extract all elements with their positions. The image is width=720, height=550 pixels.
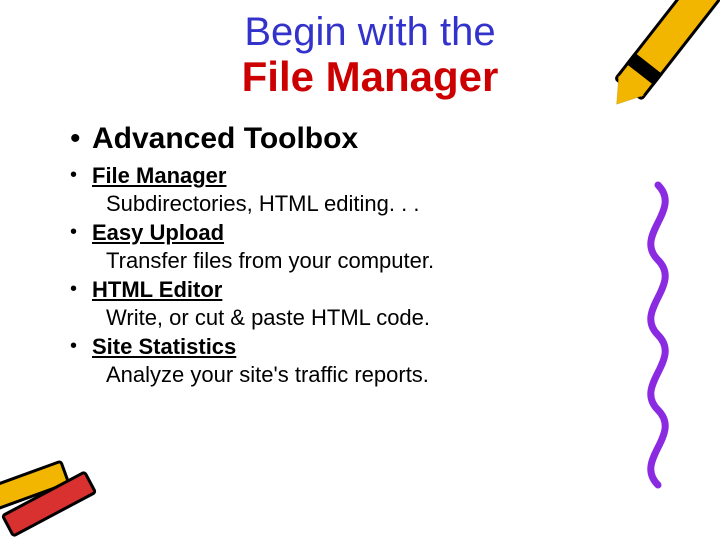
- list-item-content: Easy Upload Transfer files from your com…: [92, 219, 660, 274]
- item-link-easy-upload[interactable]: Easy Upload: [92, 220, 224, 245]
- item-link-file-manager[interactable]: File Manager: [92, 163, 226, 188]
- item-link-html-editor[interactable]: HTML Editor: [92, 277, 222, 302]
- bullet-icon: •: [70, 333, 92, 359]
- item-description: Analyze your site's traffic reports.: [92, 361, 660, 389]
- slide: Begin with the File Manager • Advanced T…: [0, 0, 720, 540]
- list-item: • Easy Upload Transfer files from your c…: [70, 219, 660, 274]
- title-line-1: Begin with the: [120, 10, 620, 54]
- bullet-icon: •: [70, 219, 92, 245]
- list-item: • HTML Editor Write, or cut & paste HTML…: [70, 276, 660, 331]
- section-heading: Advanced Toolbox: [92, 122, 358, 156]
- title-line-2: File Manager: [120, 54, 620, 100]
- section-heading-row: • Advanced Toolbox: [70, 122, 660, 160]
- item-description: Subdirectories, HTML editing. . .: [92, 190, 660, 218]
- list-item-content: Site Statistics Analyze your site's traf…: [92, 333, 660, 388]
- list-item-content: HTML Editor Write, or cut & paste HTML c…: [92, 276, 660, 331]
- item-link-site-statistics[interactable]: Site Statistics: [92, 334, 236, 359]
- item-description: Write, or cut & paste HTML code.: [92, 304, 660, 332]
- content-list: • Advanced Toolbox • File Manager Subdir…: [60, 122, 660, 388]
- squiggle-icon: [628, 180, 688, 500]
- list-item-content: File Manager Subdirectories, HTML editin…: [92, 162, 660, 217]
- bullet-icon: •: [70, 276, 92, 302]
- list-item: • File Manager Subdirectories, HTML edit…: [70, 162, 660, 217]
- crayons-icon: [0, 430, 128, 550]
- bullet-icon: •: [70, 122, 92, 157]
- bullet-icon: •: [70, 162, 92, 188]
- list-item: • Site Statistics Analyze your site's tr…: [70, 333, 660, 388]
- item-description: Transfer files from your computer.: [92, 247, 660, 275]
